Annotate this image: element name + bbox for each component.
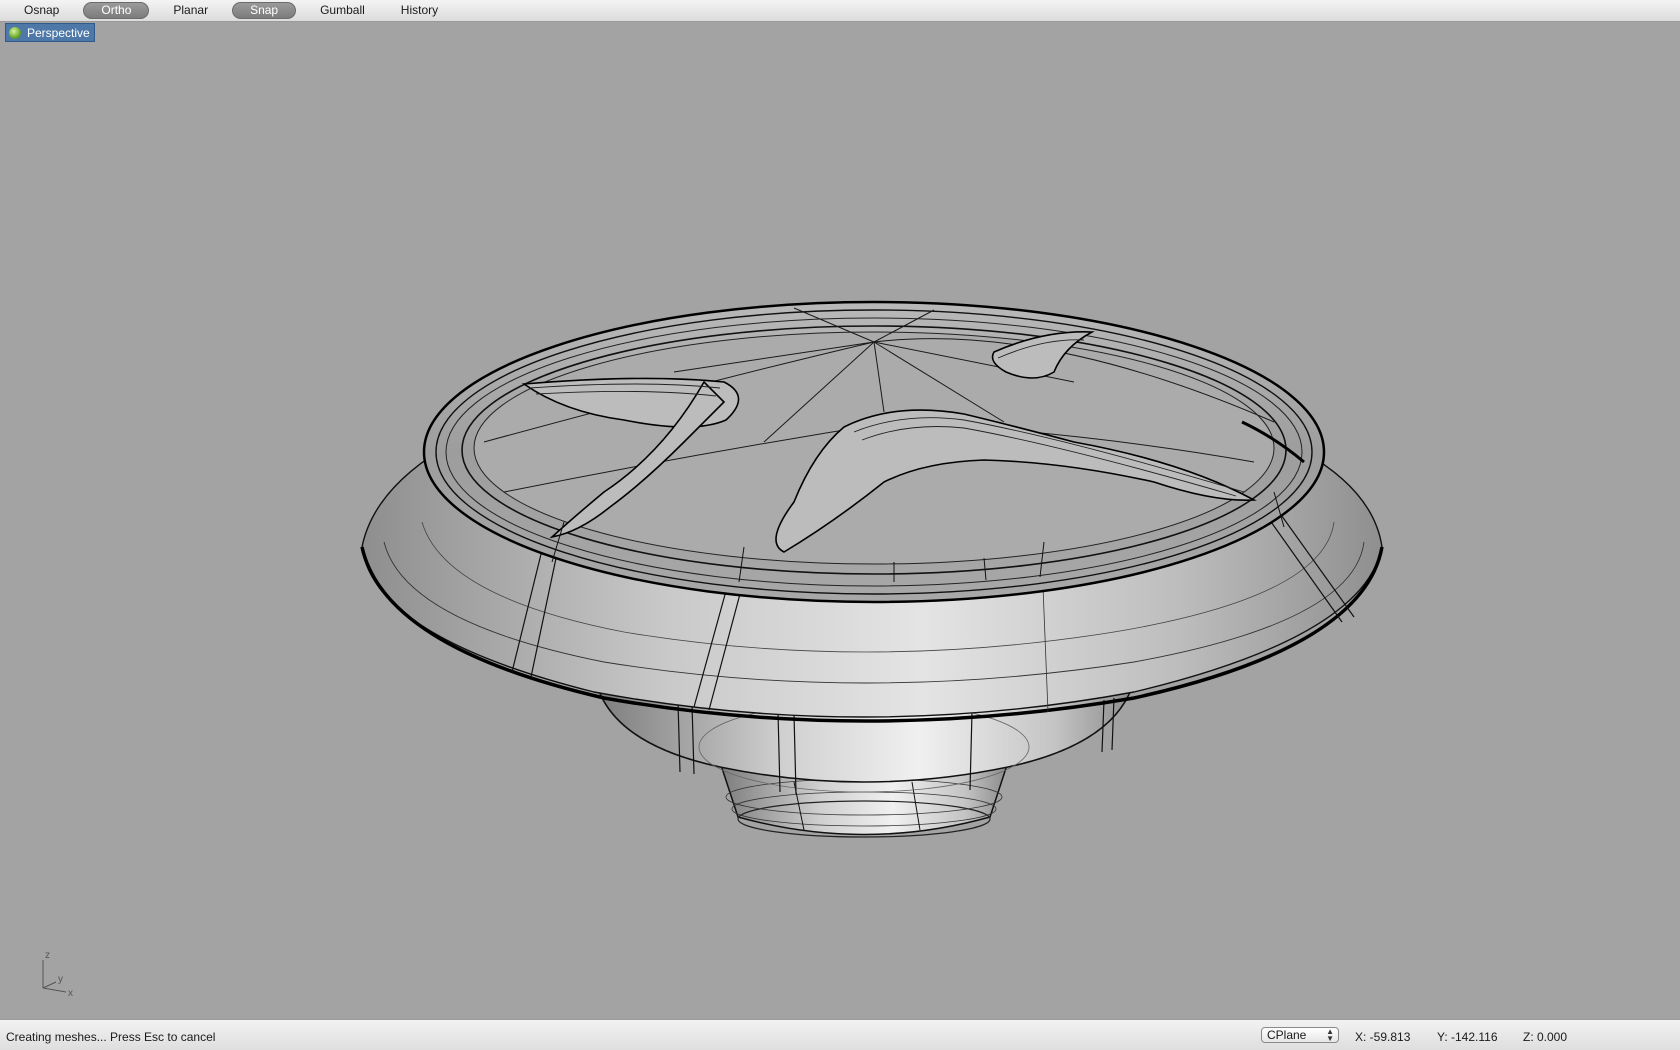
viewport-status-icon <box>9 26 21 39</box>
osnap-toggle[interactable]: Osnap <box>12 2 71 19</box>
viewport-title: Perspective <box>27 25 90 40</box>
cplane-label: CPlane <box>1267 1028 1307 1042</box>
status-toolbar: Osnap Ortho Planar Snap Gumball History <box>0 0 1680 22</box>
up-down-chevron-icon: ▲ ▼ <box>1326 1027 1334 1043</box>
world-axis-icon: z y x <box>42 950 73 998</box>
cplane-selector[interactable]: CPlane ▲ ▼ <box>1261 1027 1339 1043</box>
3d-model-wireframe[interactable] <box>4 22 1680 1019</box>
ortho-toggle[interactable]: Ortho <box>83 2 150 19</box>
axis-x-label: x <box>68 988 73 998</box>
gumball-toggle[interactable]: Gumball <box>308 2 377 19</box>
perspective-viewport[interactable]: Perspective z y x <box>4 22 1680 1019</box>
z-coordinate: Z: 0.000 <box>1523 1030 1568 1044</box>
planar-toggle[interactable]: Planar <box>161 2 220 19</box>
y-coordinate: Y: -142.116 <box>1437 1030 1498 1044</box>
snap-toggle[interactable]: Snap <box>232 2 297 19</box>
axis-y-label: y <box>58 974 63 985</box>
status-bar: Creating meshes... Press Esc to cancel C… <box>0 1019 1680 1050</box>
axis-z-label: z <box>45 950 50 961</box>
x-coordinate: X: -59.813 <box>1355 1030 1411 1044</box>
history-toggle[interactable]: History <box>389 2 450 19</box>
status-message: Creating meshes... Press Esc to cancel <box>6 1030 216 1044</box>
viewport-title-tab[interactable]: Perspective <box>5 23 95 42</box>
